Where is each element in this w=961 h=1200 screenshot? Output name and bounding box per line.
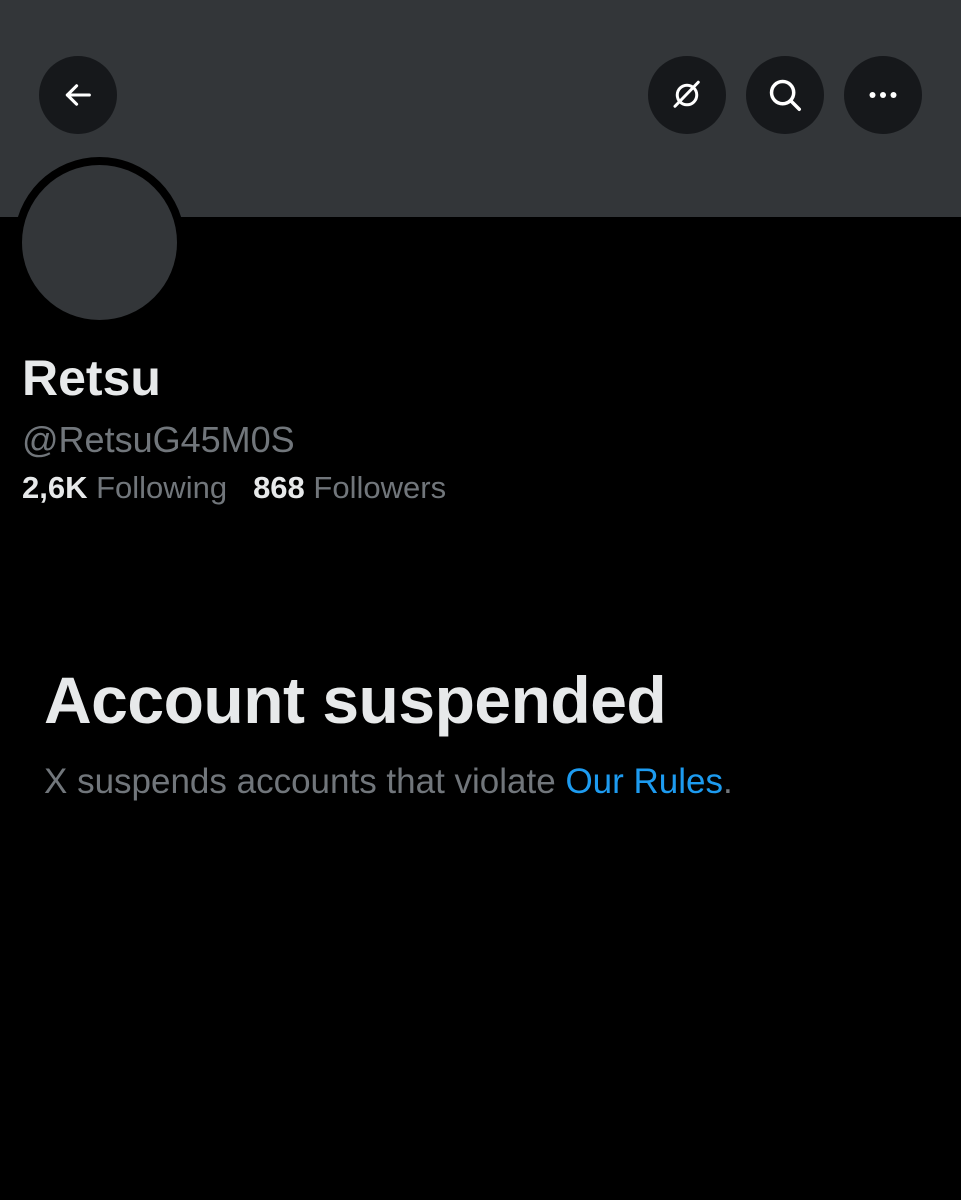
suspended-title: Account suspended [44, 663, 667, 737]
following-count: 2,6K [22, 470, 88, 505]
followers-stat[interactable]: 868 Followers [253, 468, 446, 508]
suspended-message: X suspends accounts that violate Our Rul… [44, 760, 733, 804]
search-icon [769, 79, 801, 111]
following-stat[interactable]: 2,6K Following [22, 468, 227, 508]
profile-stats: 2,6K Following 868 Followers [22, 468, 446, 508]
followers-count: 868 [253, 470, 305, 505]
back-button[interactable] [39, 56, 117, 134]
user-handle: @RetsuG45M0S [22, 419, 295, 460]
our-rules-link[interactable]: Our Rules [565, 762, 723, 801]
more-options-button[interactable] [844, 56, 922, 134]
search-button[interactable] [746, 56, 824, 134]
avatar-ring [14, 157, 185, 328]
suspended-message-text: X suspends accounts that violate [44, 762, 566, 801]
suspended-message-period: . [723, 762, 733, 801]
more-horizontal-icon [869, 92, 897, 98]
followers-label: Followers [313, 470, 447, 505]
grok-button[interactable] [648, 56, 726, 134]
grok-icon [673, 80, 700, 108]
following-label: Following [96, 470, 228, 505]
avatar[interactable] [22, 165, 177, 320]
arrow-left-icon [65, 84, 91, 106]
display-name: Retsu [22, 350, 161, 406]
